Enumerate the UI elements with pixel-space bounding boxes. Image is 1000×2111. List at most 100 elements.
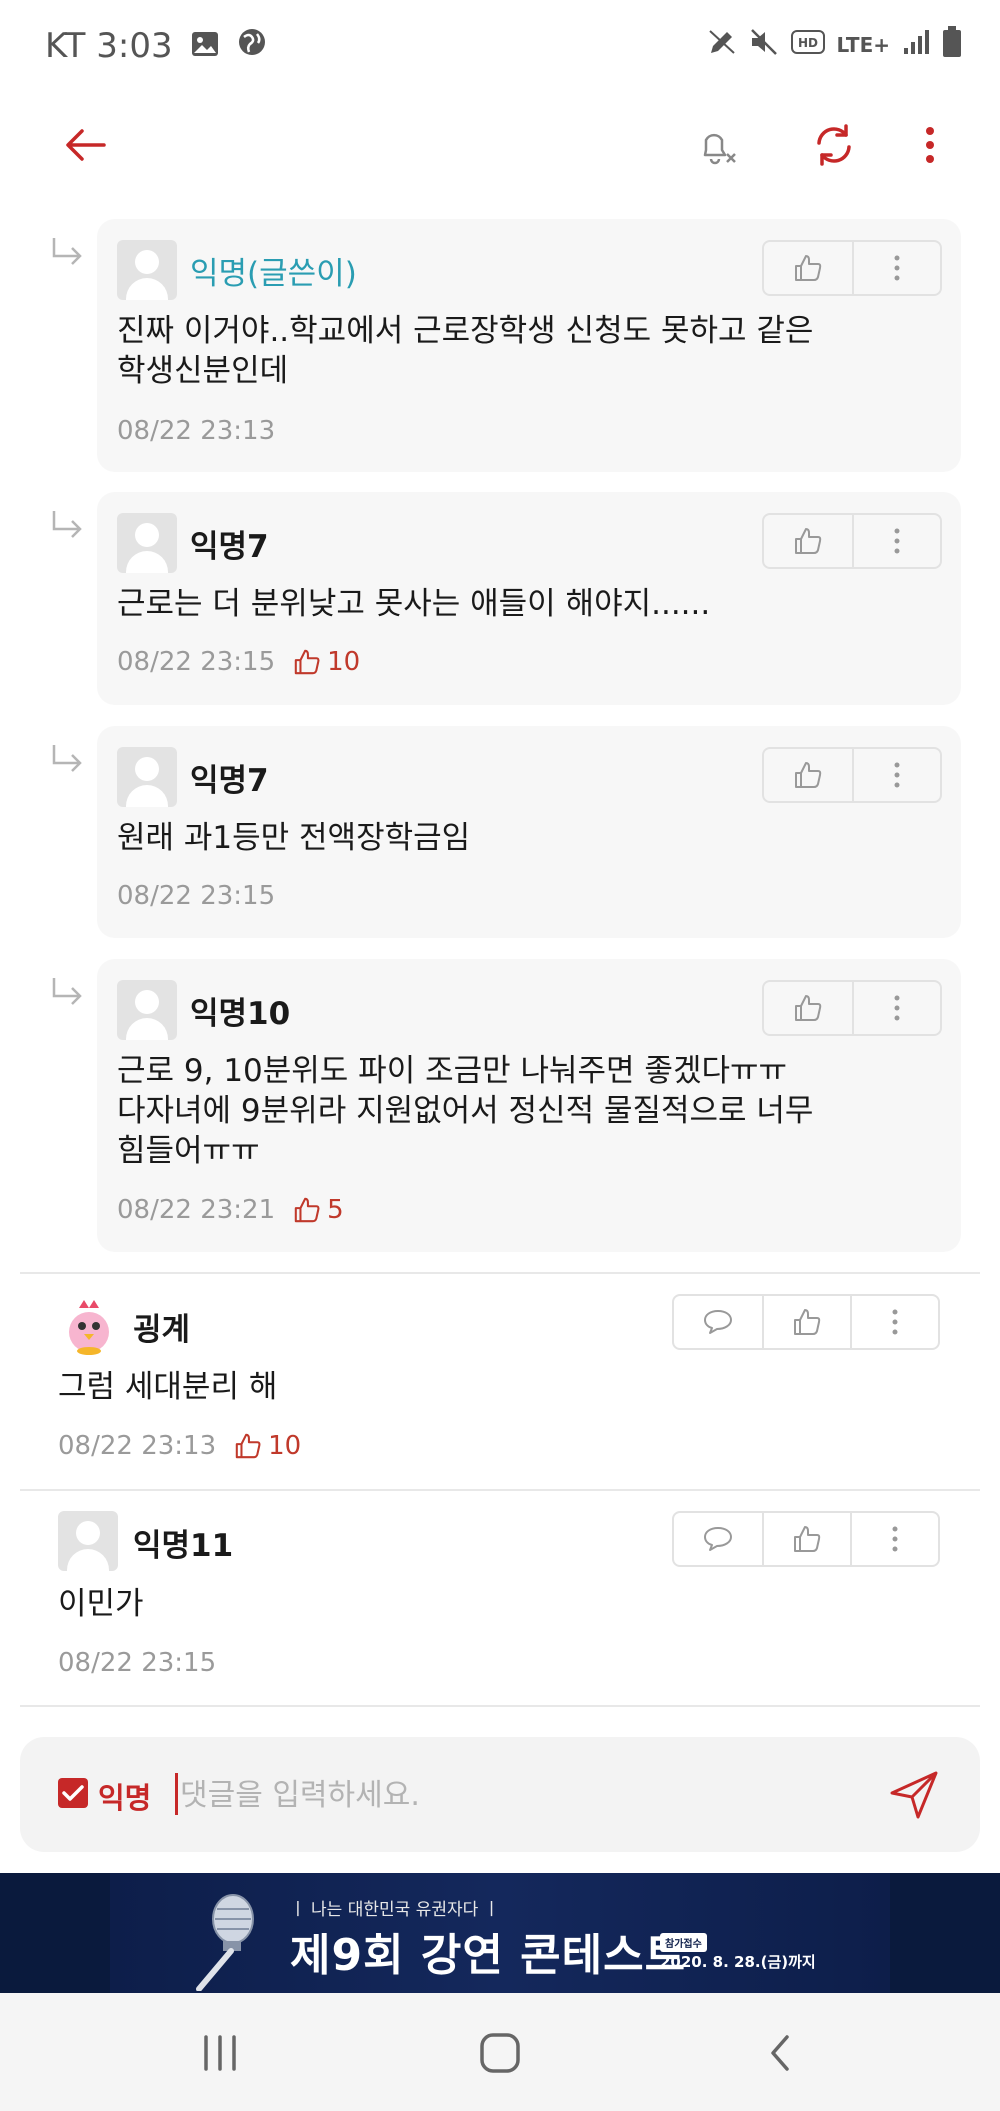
reply-button[interactable] bbox=[674, 1513, 762, 1565]
ad-banner[interactable]: ㅣ 나는 대한민국 유권자다 ㅣ 제9회 강연 콘테스트 참가접수 2020. … bbox=[0, 1873, 1000, 1993]
comment-author: 익명11 bbox=[133, 1528, 234, 1564]
refresh-button[interactable] bbox=[804, 115, 864, 175]
battery-icon bbox=[942, 26, 962, 64]
like-button[interactable] bbox=[764, 749, 852, 801]
comment-content: 진짜 이거야..학교에서 근로장학생 신청도 못하고 같은 학생신분인데 bbox=[117, 313, 814, 389]
chevron-left-icon bbox=[771, 2035, 789, 2071]
svg-text:HD: HD bbox=[797, 36, 817, 50]
comment-time: 08/22 23:15 bbox=[117, 647, 276, 677]
top-app-bar bbox=[0, 95, 1000, 195]
back-button[interactable] bbox=[56, 115, 116, 175]
comment-author: 익명10 bbox=[190, 996, 291, 1032]
avatar bbox=[117, 240, 177, 300]
like-button[interactable] bbox=[764, 242, 852, 294]
more-vert-icon bbox=[894, 762, 900, 788]
comment-meta: 08/22 23:21 5 bbox=[117, 1195, 344, 1225]
image-icon bbox=[191, 26, 219, 66]
comment-meta: 08/22 23:13 10 bbox=[58, 1431, 301, 1461]
comment-meta: 08/22 23:15 bbox=[117, 881, 275, 911]
signal-icon bbox=[902, 28, 930, 62]
notification-off-icon bbox=[703, 133, 736, 165]
more-button[interactable] bbox=[850, 1296, 938, 1348]
reply-actions bbox=[762, 747, 942, 803]
more-vert-icon bbox=[926, 127, 934, 163]
like-button[interactable] bbox=[762, 1513, 850, 1565]
system-nav-bar bbox=[0, 1993, 1000, 2111]
more-vert-icon bbox=[894, 255, 900, 281]
comment-time: 08/22 23:21 bbox=[117, 1195, 276, 1225]
back-nav-button[interactable] bbox=[750, 2023, 810, 2083]
comment-content: 근로 9, 10분위도 파이 조금만 나눠주면 좋겠다ㅠㅠ 다자녀에 9분위라 … bbox=[117, 1053, 814, 1169]
banner-date: 2020. 8. 28.(금)까지 bbox=[660, 1953, 816, 1971]
more-button[interactable] bbox=[852, 515, 940, 567]
reply-arrow-icon bbox=[52, 978, 82, 1005]
avatar bbox=[117, 980, 177, 1040]
more-vert-icon bbox=[894, 528, 900, 554]
thumbs-up-icon bbox=[235, 1433, 261, 1459]
avatar bbox=[117, 747, 177, 807]
comment-actions bbox=[672, 1294, 940, 1350]
checkmark-icon bbox=[62, 1785, 84, 1801]
home-icon bbox=[480, 2033, 520, 2073]
send-icon bbox=[890, 1771, 938, 1819]
like-button[interactable] bbox=[762, 1296, 850, 1348]
recent-apps-button[interactable] bbox=[190, 2023, 250, 2083]
reply-card: 익명7 근로는 더 분위낮고 못사는 애들이 해야지...... 08/22 2… bbox=[97, 492, 961, 705]
comment-author: 굉계 bbox=[133, 1312, 191, 1348]
reply-arrow-icon bbox=[52, 238, 82, 265]
like-count: 10 bbox=[293, 647, 360, 677]
thumbs-up-icon bbox=[795, 995, 822, 1021]
reply-button[interactable] bbox=[674, 1296, 762, 1348]
thumbs-up-icon bbox=[794, 1526, 821, 1552]
divider bbox=[20, 1272, 980, 1274]
send-button[interactable] bbox=[888, 1769, 940, 1821]
back-arrow-icon bbox=[66, 129, 106, 161]
status-time: KT 3:03 bbox=[45, 26, 173, 66]
thumbs-up-icon bbox=[795, 528, 822, 554]
pen-icon bbox=[707, 27, 737, 63]
comment-content: 원래 과1등만 전액장학금임 bbox=[117, 820, 471, 856]
reply-card: 익명7 원래 과1등만 전액장학금임 08/22 23:15 bbox=[97, 726, 961, 938]
more-button[interactable] bbox=[852, 242, 940, 294]
reply-card: 익명10 근로 9, 10분위도 파이 조금만 나눠주면 좋겠다ㅠㅠ 다자녀에 … bbox=[97, 959, 961, 1252]
reply-arrow-icon bbox=[52, 745, 82, 772]
text-caret bbox=[175, 1773, 178, 1815]
comment-time: 08/22 23:13 bbox=[58, 1431, 217, 1461]
status-bar: KT 3:03 HD LTE+ bbox=[0, 0, 1000, 95]
comment-author: 익명7 bbox=[190, 529, 269, 565]
comment-input[interactable] bbox=[180, 1767, 880, 1823]
thumbs-up-icon bbox=[795, 255, 822, 281]
thumbs-up-icon bbox=[795, 762, 822, 788]
notification-button[interactable] bbox=[688, 115, 748, 175]
like-button[interactable] bbox=[764, 515, 852, 567]
hd-icon: HD bbox=[790, 30, 825, 60]
more-button[interactable] bbox=[852, 749, 940, 801]
divider bbox=[20, 1489, 980, 1491]
speech-bubble-icon bbox=[704, 1527, 732, 1551]
reply-actions bbox=[762, 240, 942, 296]
speech-bubble-icon bbox=[704, 1310, 732, 1334]
comment-author: 익명7 bbox=[190, 763, 269, 799]
home-button[interactable] bbox=[470, 2023, 530, 2083]
comment-meta: 08/22 23:15 10 bbox=[117, 647, 360, 677]
banner-title: 제9회 강연 콘테스트 bbox=[290, 1930, 687, 1981]
globe-icon bbox=[237, 26, 267, 66]
more-options-button[interactable] bbox=[900, 115, 960, 175]
comment-time: 08/22 23:15 bbox=[58, 1648, 217, 1678]
recent-apps-icon bbox=[204, 2035, 236, 2071]
comment-content: 근로는 더 분위낮고 못사는 애들이 해야지...... bbox=[117, 586, 711, 622]
divider bbox=[20, 1705, 980, 1707]
microphone-icon bbox=[185, 1891, 265, 1992]
more-button[interactable] bbox=[852, 982, 940, 1034]
anonymous-label: 익명 bbox=[98, 1781, 152, 1815]
banner-badge: 참가접수 bbox=[660, 1933, 707, 1952]
anonymous-checkbox[interactable] bbox=[58, 1778, 88, 1808]
reply-actions bbox=[762, 980, 942, 1036]
like-button[interactable] bbox=[764, 982, 852, 1034]
more-button[interactable] bbox=[850, 1513, 938, 1565]
mute-icon bbox=[749, 27, 779, 63]
like-count: 10 bbox=[234, 1431, 301, 1461]
comment-time: 08/22 23:13 bbox=[117, 416, 276, 446]
avatar bbox=[58, 1511, 118, 1571]
more-vert-icon bbox=[892, 1526, 898, 1552]
